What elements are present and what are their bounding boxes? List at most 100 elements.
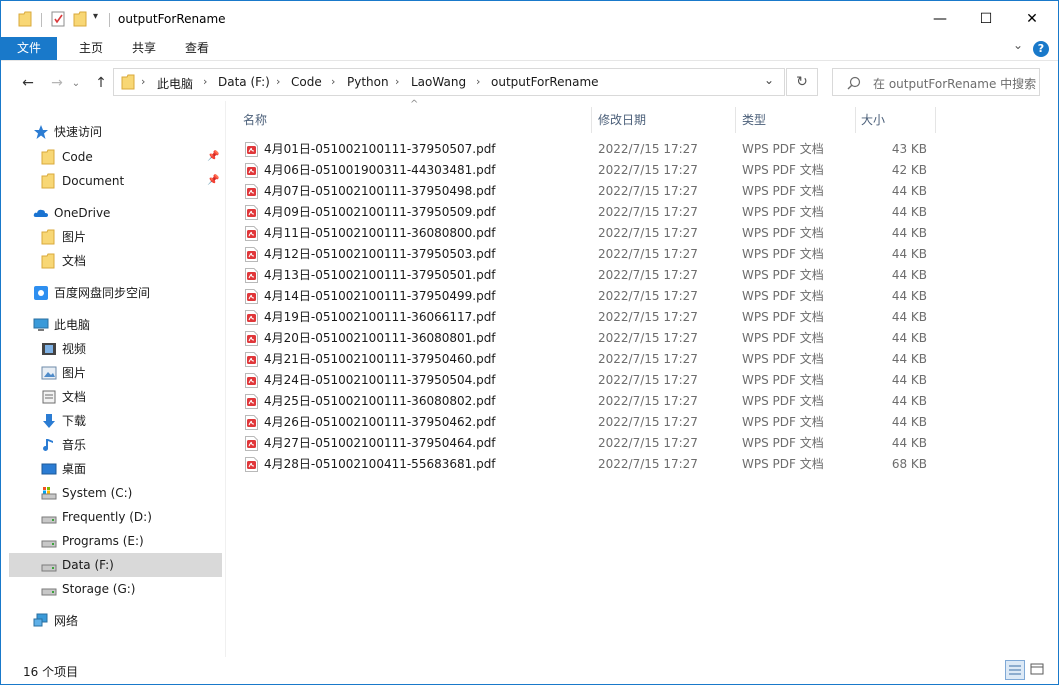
file-row[interactable]: 4月19日-051002100111-36066117.pdf 2022/7/15…	[239, 307, 935, 328]
system-drive-icon	[41, 487, 57, 500]
file-row[interactable]: 4月20日-051002100111-36080801.pdf 2022/7/15…	[239, 328, 935, 349]
file-size: 44 KB	[891, 331, 927, 345]
details-view-button[interactable]	[1005, 660, 1025, 680]
file-date: 2022/7/15 17:27	[598, 268, 698, 282]
help-button[interactable]: ?	[1033, 41, 1049, 57]
search-box[interactable]: 在 outputForRename 中搜索	[832, 68, 1040, 96]
pin-icon[interactable]: 📌	[207, 151, 219, 162]
column-header-size[interactable]: 大小	[861, 107, 935, 133]
breadcrumb-separator[interactable]: ›	[395, 75, 399, 88]
pin-icon[interactable]: 📌	[207, 175, 219, 186]
new-folder-icon[interactable]	[73, 11, 87, 27]
folder-icon	[41, 149, 55, 165]
recent-locations-button[interactable]: ⌄	[69, 71, 83, 95]
breadcrumb-separator[interactable]: ›	[276, 75, 280, 88]
tab-home[interactable]: 主页	[66, 37, 116, 60]
refresh-icon: ↻	[796, 74, 808, 90]
close-button[interactable]: ✕	[1009, 1, 1055, 37]
tab-share[interactable]: 共享	[119, 37, 169, 60]
breadcrumb-code[interactable]: Code	[291, 75, 322, 89]
file-row[interactable]: 4月21日-051002100111-37950460.pdf 2022/7/15…	[239, 349, 935, 370]
file-row[interactable]: 4月27日-051002100111-37950464.pdf 2022/7/15…	[239, 433, 935, 454]
sidebar-label: Programs (E:)	[62, 534, 144, 548]
ribbon-collapse-icon[interactable]: ⌄	[1013, 38, 1023, 52]
file-size: 44 KB	[891, 226, 927, 240]
refresh-button[interactable]: ↻	[786, 68, 818, 96]
back-button[interactable]: ←	[16, 71, 40, 95]
file-row[interactable]: 4月12日-051002100111-37950503.pdf 2022/7/15…	[239, 244, 935, 265]
file-size: 44 KB	[891, 205, 927, 219]
column-header-type[interactable]: 类型	[742, 107, 854, 133]
pdf-file-icon	[245, 247, 258, 262]
details-view-icon	[1009, 665, 1021, 675]
file-name: 4月28日-051002100411-55683681.pdf	[264, 457, 496, 471]
sidebar-label: 文档	[62, 390, 87, 404]
forward-arrow-icon: →	[51, 75, 63, 91]
file-name: 4月11日-051002100111-36080800.pdf	[264, 226, 496, 240]
breadcrumb-outputforrename[interactable]: outputForRename	[491, 75, 599, 89]
file-row[interactable]: 4月25日-051002100111-36080802.pdf 2022/7/15…	[239, 391, 935, 412]
file-size: 44 KB	[891, 352, 927, 366]
breadcrumb-data-f[interactable]: Data (F:)	[218, 75, 270, 89]
pdf-file-icon	[245, 394, 258, 409]
up-button[interactable]: ↑	[89, 71, 113, 95]
folder-icon	[41, 253, 55, 269]
file-row[interactable]: 4月24日-051002100111-37950504.pdf 2022/7/15…	[239, 370, 935, 391]
file-date: 2022/7/15 17:27	[598, 247, 698, 261]
breadcrumb-this-pc[interactable]: 此电脑	[157, 75, 193, 92]
breadcrumb-laowang[interactable]: LaoWang	[411, 75, 466, 89]
file-row[interactable]: 4月01日-051002100111-37950507.pdf 2022/7/15…	[239, 139, 935, 160]
tab-view[interactable]: 查看	[172, 37, 222, 60]
column-separator[interactable]	[935, 107, 936, 133]
sidebar-label: 下载	[62, 414, 87, 428]
breadcrumb-python[interactable]: Python	[347, 75, 389, 89]
file-row[interactable]: 4月06日-051001900311-44303481.pdf 2022/7/15…	[239, 160, 935, 181]
column-header-name[interactable]: 名称	[243, 107, 591, 133]
sidebar-label: Data (F:)	[62, 558, 114, 572]
file-type: WPS PDF 文档	[742, 268, 824, 282]
file-date: 2022/7/15 17:27	[598, 394, 698, 408]
breadcrumb-separator[interactable]: ›	[331, 75, 335, 88]
large-icons-view-button[interactable]	[1028, 660, 1048, 680]
sidebar-label: Document	[62, 174, 125, 188]
file-name: 4月13日-051002100111-37950501.pdf	[264, 268, 496, 282]
file-type: WPS PDF 文档	[742, 247, 824, 261]
maximize-button[interactable]: ☐	[963, 1, 1009, 37]
file-size: 68 KB	[891, 457, 927, 471]
search-icon	[847, 76, 861, 90]
file-name: 4月07日-051002100111-37950498.pdf	[264, 184, 496, 198]
column-header-date[interactable]: 修改日期	[598, 107, 734, 133]
file-name: 4月06日-051001900311-44303481.pdf	[264, 163, 496, 177]
file-size: 42 KB	[891, 163, 927, 177]
file-date: 2022/7/15 17:27	[598, 142, 698, 156]
column-separator[interactable]	[855, 107, 856, 133]
breadcrumb-separator[interactable]: ›	[203, 75, 207, 88]
file-name: 4月27日-051002100111-37950464.pdf	[264, 436, 496, 450]
sidebar-label: 百度网盘同步空间	[54, 286, 151, 300]
file-row[interactable]: 4月26日-051002100111-37950462.pdf 2022/7/15…	[239, 412, 935, 433]
column-separator[interactable]	[591, 107, 592, 133]
qat-dropdown-icon[interactable]: ▾	[93, 11, 98, 22]
file-row[interactable]: 4月09日-051002100111-37950509.pdf 2022/7/15…	[239, 202, 935, 223]
file-type: WPS PDF 文档	[742, 457, 824, 471]
breadcrumb-separator[interactable]: ›	[141, 75, 145, 88]
file-row[interactable]: 4月07日-051002100111-37950498.pdf 2022/7/15…	[239, 181, 935, 202]
cloud-icon	[33, 209, 48, 217]
file-row[interactable]: 4月28日-051002100411-55683681.pdf 2022/7/15…	[239, 454, 935, 475]
sidebar-label: Storage (G:)	[62, 582, 136, 596]
address-dropdown-icon[interactable]: ⌄	[764, 73, 774, 87]
column-separator[interactable]	[735, 107, 736, 133]
file-row[interactable]: 4月14日-051002100111-37950499.pdf 2022/7/15…	[239, 286, 935, 307]
address-bar[interactable]: › 此电脑 › Data (F:) › Code › Python › LaoW…	[113, 68, 785, 96]
file-type: WPS PDF 文档	[742, 394, 824, 408]
minimize-button[interactable]: —	[917, 1, 963, 37]
drive-icon	[41, 516, 57, 524]
breadcrumb-separator[interactable]: ›	[476, 75, 480, 88]
sidebar-label: System (C:)	[62, 486, 133, 500]
tab-file[interactable]: 文件	[1, 37, 57, 60]
file-row[interactable]: 4月13日-051002100111-37950501.pdf 2022/7/15…	[239, 265, 935, 286]
sidebar-label: 图片	[62, 230, 87, 244]
properties-icon[interactable]	[51, 11, 65, 27]
file-row[interactable]: 4月11日-051002100111-36080800.pdf 2022/7/15…	[239, 223, 935, 244]
forward-button[interactable]: →	[45, 71, 69, 95]
